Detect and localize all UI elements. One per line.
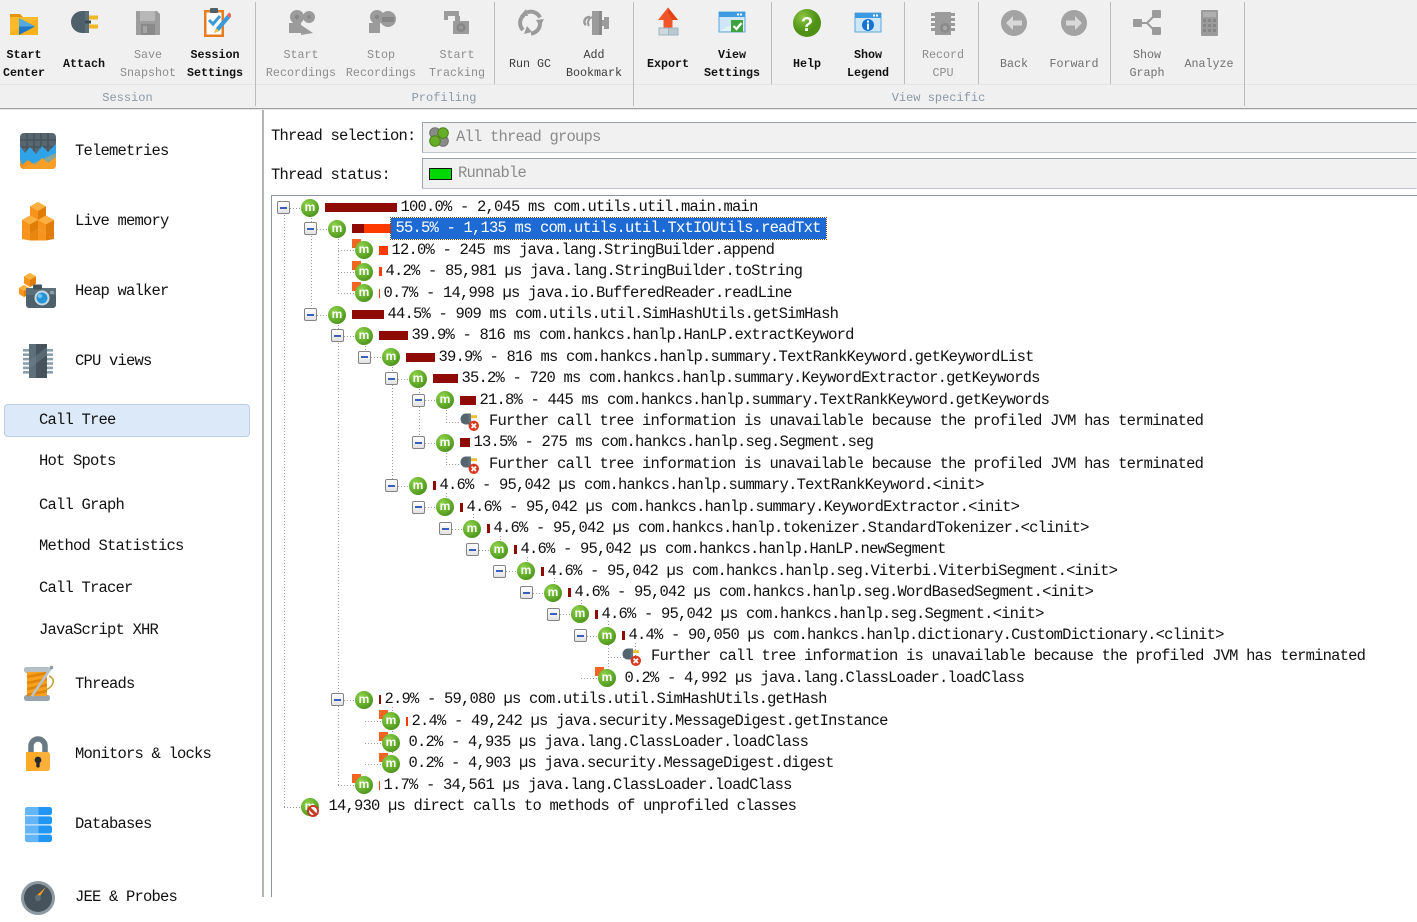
svg-text:?: ? bbox=[801, 14, 813, 36]
